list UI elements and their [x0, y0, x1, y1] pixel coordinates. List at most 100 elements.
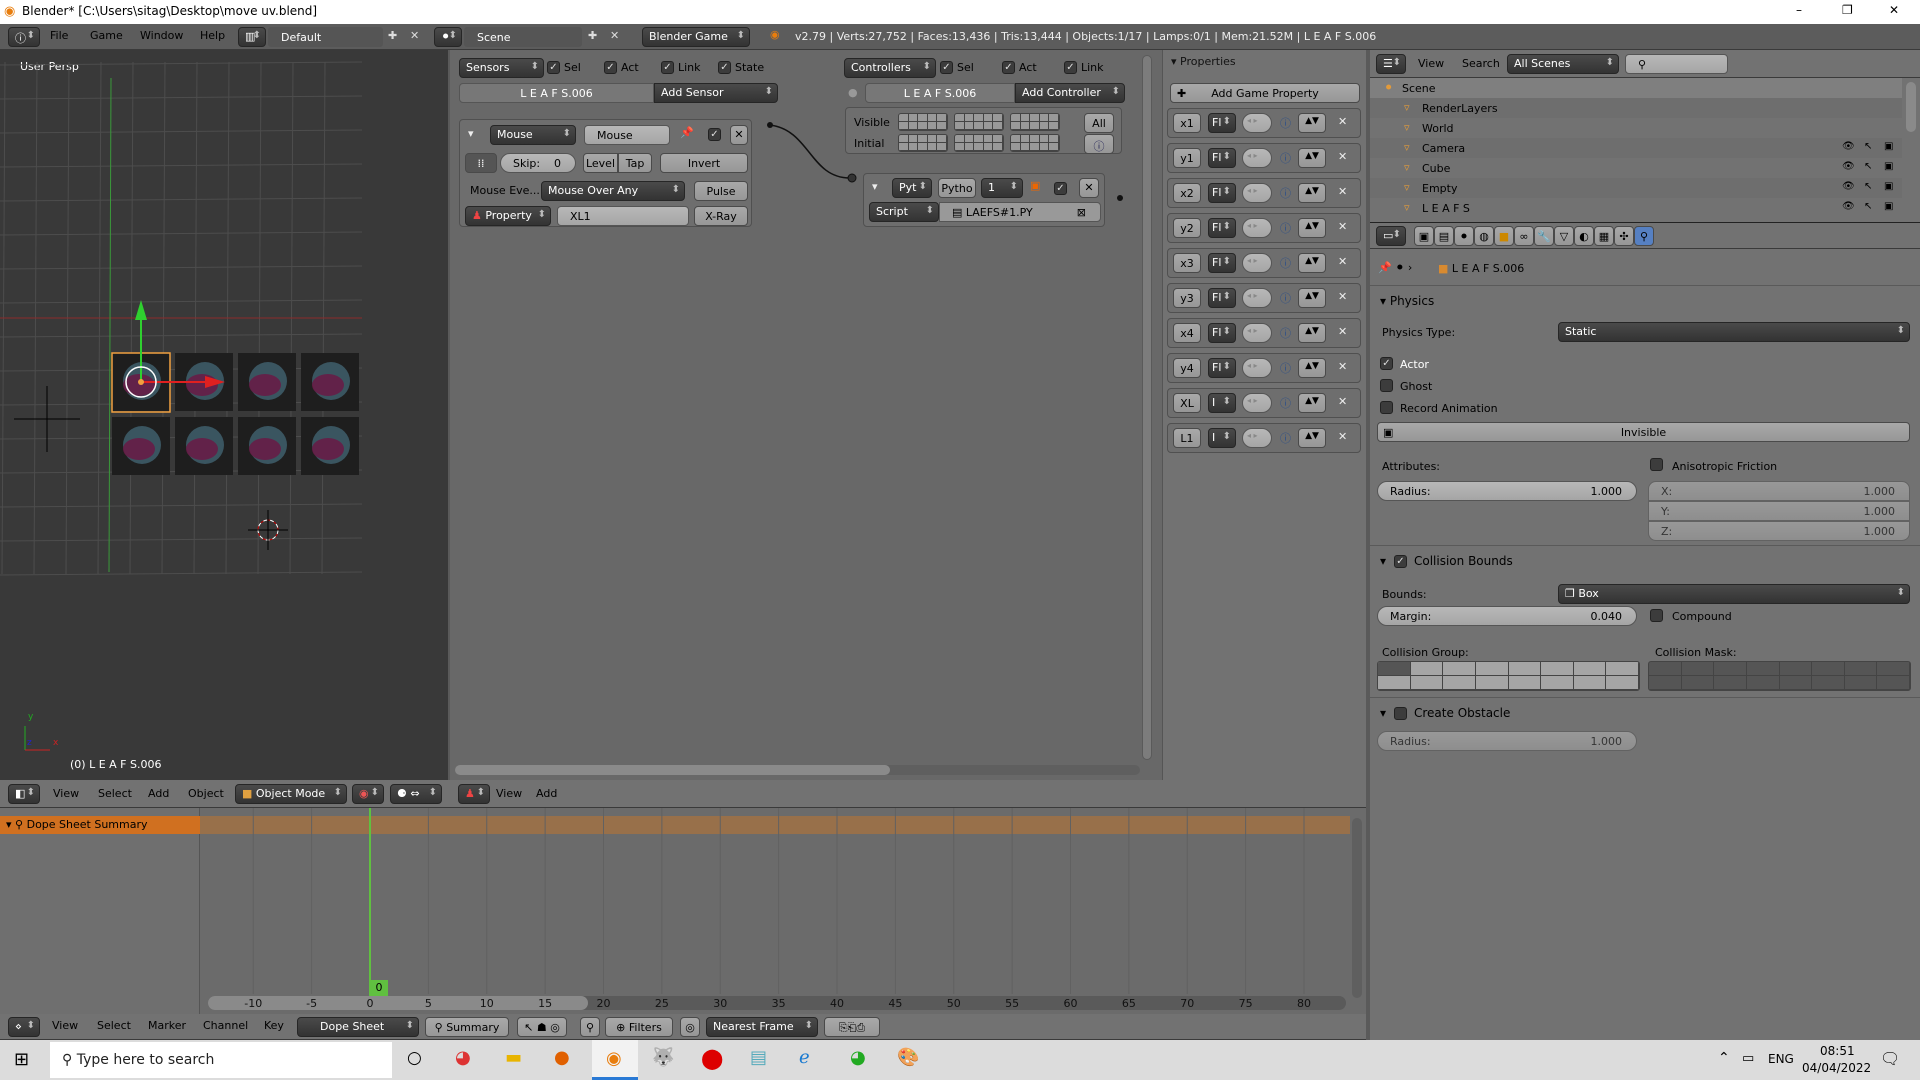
outliner-item[interactable]: ▿ Camera 👁 ↖ ▣	[1370, 138, 1902, 158]
collision-group-layer[interactable]	[1443, 662, 1476, 676]
state-cell[interactable]	[937, 122, 947, 130]
state-cell[interactable]	[1020, 143, 1031, 151]
renderable-camera-icon[interactable]: ▣	[1884, 161, 1893, 172]
dope-sheet-editor[interactable]: ▾ ⚲ Dope Sheet Summary -10 -5 0 5 10 15 20 25 30…	[0, 808, 1366, 1014]
property-type-dropdown[interactable]: I	[1208, 428, 1236, 448]
collision-mask-layer[interactable]	[1812, 662, 1845, 676]
collision-mask-layer[interactable]	[1779, 662, 1813, 676]
collision-mask-layer[interactable]	[1649, 662, 1682, 676]
visibility-eye-icon[interactable]: 👁	[1842, 201, 1855, 212]
state-cell[interactable]	[908, 135, 919, 143]
state-layer-grid[interactable]	[1010, 113, 1060, 131]
state-cell[interactable]	[1049, 143, 1059, 151]
scene-selector[interactable]: Scene	[464, 27, 582, 47]
property-name-field[interactable]: y2	[1173, 218, 1201, 238]
collision-group-layer[interactable]	[1508, 662, 1542, 676]
selectable-arrow-icon[interactable]: ↖	[1864, 161, 1872, 172]
collision-mask-layer[interactable]	[1746, 676, 1780, 690]
state-cell[interactable]	[937, 114, 947, 122]
proportional-edit-button[interactable]: ◎	[680, 1017, 700, 1037]
remove-property-icon[interactable]: ✕	[1338, 255, 1347, 268]
controller-type-dropdown[interactable]: Pyt	[892, 178, 932, 198]
horizontal-scrollbar-thumb[interactable]	[455, 765, 890, 775]
anisotropic-friction-checkbox[interactable]	[1650, 458, 1663, 471]
state-cell[interactable]	[993, 135, 1003, 143]
property-type-dropdown[interactable]: Fl	[1208, 253, 1236, 273]
dope-sheet-vscroll[interactable]	[1352, 818, 1362, 998]
state-cell[interactable]	[983, 143, 994, 151]
selectable-arrow-icon[interactable]: ↖	[1864, 141, 1872, 152]
state-cell[interactable]	[1020, 135, 1031, 143]
pin-icon[interactable]: 📌 ⚫ ›	[1378, 261, 1412, 274]
collision-mask-layer[interactable]	[1877, 662, 1910, 676]
remove-property-icon[interactable]: ✕	[1338, 395, 1347, 408]
property-type-dropdown[interactable]: Fl	[1208, 358, 1236, 378]
outliner-item[interactable]: ▿ Empty 👁 ↖ ▣	[1370, 178, 1902, 198]
property-value-field[interactable]: ◂ ▸	[1242, 183, 1272, 203]
remove-layout-icon[interactable]: ✕	[410, 29, 419, 42]
collision-group-layer[interactable]	[1573, 676, 1607, 690]
add-controller-dropdown[interactable]: Add Controller	[1015, 83, 1125, 103]
state-cell[interactable]	[927, 135, 938, 143]
state-cell[interactable]	[955, 114, 965, 122]
python-mode-dropdown[interactable]: Script	[869, 202, 939, 222]
remove-controller-button[interactable]: ✕	[1079, 178, 1099, 198]
notepad-icon[interactable]: ▤	[750, 1047, 767, 1068]
gimp-icon[interactable]: 🐺	[652, 1047, 674, 1068]
outliner-item[interactable]: ▿ L E A F S 👁 ↖ ▣	[1370, 198, 1902, 218]
menu-file[interactable]: File	[50, 29, 68, 42]
state-cell[interactable]	[955, 135, 965, 143]
particles-tab-icon[interactable]: ✣	[1614, 226, 1634, 246]
state-cell[interactable]	[899, 143, 909, 151]
state-cell[interactable]	[918, 114, 928, 122]
editor-type-logic-button[interactable]: ♟	[458, 784, 490, 804]
move-up-down-buttons[interactable]: ▲▼	[1298, 218, 1326, 238]
state-layer-grid[interactable]	[898, 113, 948, 131]
property-value-field[interactable]: ◂ ▸	[1242, 148, 1272, 168]
summary-toggle[interactable]: ⚲ Summary	[425, 1017, 509, 1037]
render-engine-dropdown[interactable]: Blender Game	[642, 27, 750, 47]
menu-view[interactable]: View	[496, 787, 522, 800]
property-value-field[interactable]: ◂ ▸	[1242, 288, 1272, 308]
move-up-down-buttons[interactable]: ▲▼	[1298, 428, 1326, 448]
debug-info-icon[interactable]: ⓘ	[1280, 360, 1291, 376]
state-cell[interactable]	[993, 143, 1003, 151]
add-game-property-button[interactable]: ✚ Add Game Property	[1170, 83, 1360, 103]
remove-property-icon[interactable]: ✕	[1338, 360, 1347, 373]
visibility-eye-icon[interactable]: 👁	[1842, 161, 1855, 172]
cortana-icon[interactable]: ○	[407, 1048, 422, 1068]
collision-mask-layer[interactable]	[1844, 676, 1878, 690]
clock-date[interactable]: 04/04/2022	[1802, 1061, 1871, 1075]
state-cell[interactable]	[1020, 122, 1031, 130]
invisible-toggle[interactable]: ▣ Invisible	[1377, 422, 1910, 442]
state-cell[interactable]	[964, 135, 975, 143]
playhead-frame-badge[interactable]: 0	[370, 980, 388, 996]
display-mode-dropdown[interactable]: All Scenes	[1507, 54, 1619, 74]
renderable-camera-icon[interactable]: ▣	[1884, 181, 1893, 192]
state-cell[interactable]	[1011, 135, 1021, 143]
renderable-camera-icon[interactable]: ▣	[1884, 201, 1893, 212]
collision-group-layer[interactable]	[1475, 676, 1509, 690]
state-cell[interactable]	[983, 122, 994, 130]
editor-type-info-button[interactable]: ⓘ	[8, 27, 40, 47]
editor-type-properties-button[interactable]: ▭	[1376, 226, 1406, 246]
search-filter-icon[interactable]: ⚲	[580, 1017, 600, 1037]
property-type-dropdown[interactable]: Fl	[1208, 288, 1236, 308]
menu-key[interactable]: Key	[264, 1019, 284, 1032]
show-hidden-icons-chevron[interactable]: ⌃	[1718, 1050, 1730, 1066]
taskbar-search-box[interactable]: ⚲ Type here to search	[50, 1042, 392, 1078]
scene-tab-icon[interactable]: ⚫	[1454, 226, 1474, 246]
edge-icon[interactable]: ℯ	[799, 1047, 810, 1068]
state-cell[interactable]	[918, 122, 928, 130]
horizontal-scrollbar[interactable]	[455, 765, 1140, 775]
move-up-down-buttons[interactable]: ▲▼	[1298, 253, 1326, 273]
property-name-field[interactable]: x3	[1173, 253, 1201, 273]
state-cell[interactable]	[908, 114, 919, 122]
collision-group-layer[interactable]	[1541, 662, 1574, 676]
property-name-field[interactable]: y3	[1173, 288, 1201, 308]
collision-mask-layer[interactable]	[1812, 676, 1845, 690]
state-layer-grid[interactable]	[898, 134, 948, 152]
controller-priority-dropdown[interactable]: 1	[981, 178, 1023, 198]
friction-y-field[interactable]: Y: 1.000	[1648, 501, 1910, 521]
property-value-field[interactable]: ◂ ▸	[1242, 428, 1272, 448]
